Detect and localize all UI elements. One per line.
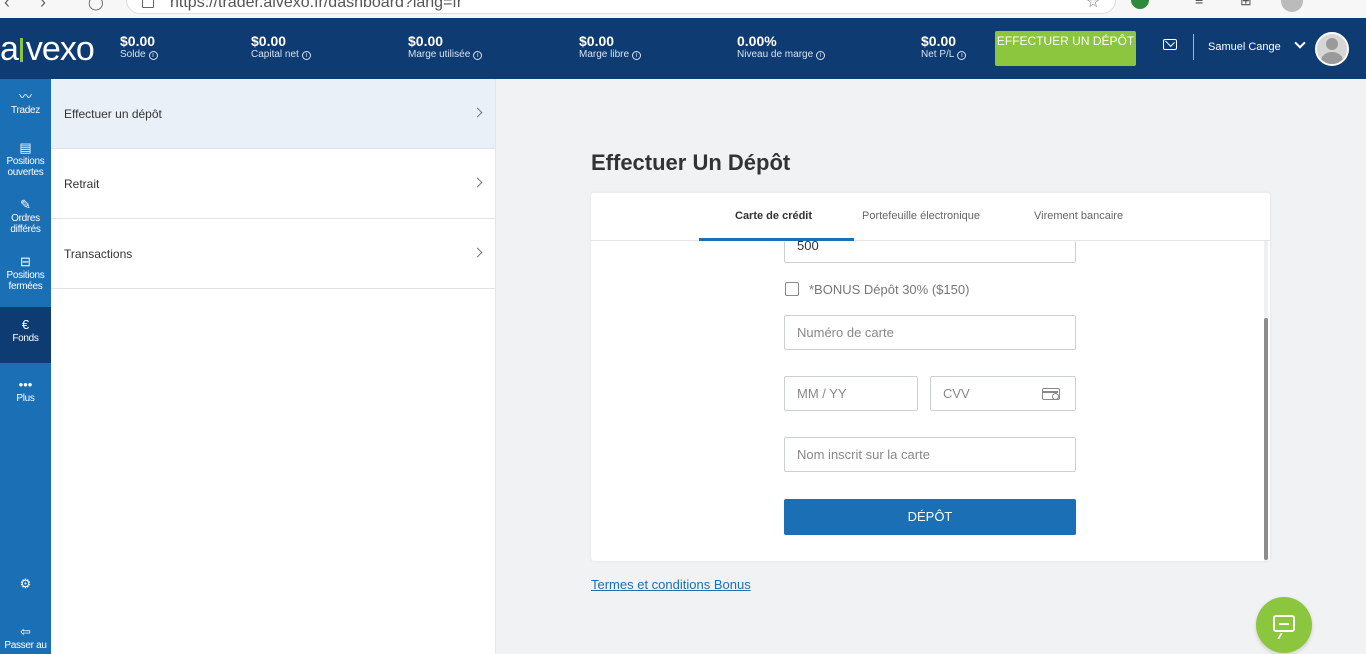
stat-margin-level-label: Niveau de marge [737, 49, 814, 60]
header-deposit-button[interactable]: EFFECTUER UN DÉPÔT [995, 31, 1136, 66]
stat-free-margin: $0.00 Marge libre i [579, 33, 642, 61]
nav-item-label: Fonds [12, 333, 39, 344]
nav-item-label: Ordres différés [10, 213, 41, 235]
submenu-item-label: Effectuer un dépôt [64, 107, 162, 121]
amount-input[interactable]: 500 [784, 239, 1076, 263]
info-icon[interactable]: i [816, 51, 826, 60]
payment-method-tabs: Carte de crédit Portefeuille électroniqu… [591, 193, 1270, 241]
scrollbar-thumb[interactable] [1264, 318, 1268, 560]
extension-icon[interactable] [1131, 0, 1149, 9]
bonus-checkbox[interactable] [785, 282, 799, 296]
stat-used-margin: $0.00 Marge utilisée i [408, 33, 483, 61]
alvexo-logo[interactable]: a vexo [0, 30, 95, 69]
submenu-item-transactions[interactable]: Transactions [51, 219, 495, 289]
nav-item-label: Tradez [11, 105, 40, 116]
submenu-item-label: Retrait [64, 177, 100, 191]
info-icon[interactable]: i [301, 51, 311, 60]
funds-submenu: Effectuer un dépôt Retrait Transactions [51, 79, 496, 654]
tab-bank-transfer[interactable]: Virement bancaire [1034, 210, 1123, 222]
username[interactable]: Samuel Cange [1208, 41, 1281, 53]
submenu-item-deposit[interactable]: Effectuer un dépôt [51, 79, 495, 149]
forward-icon[interactable]: › [40, 0, 46, 13]
more-icon: ••• [18, 377, 33, 392]
page-title: Effectuer Un Dépôt [591, 150, 791, 175]
chat-button[interactable] [1256, 597, 1312, 653]
cardholder-name-input[interactable]: Nom inscrit sur la carte [784, 437, 1076, 472]
top-header: a vexo $0.00 Solde i $0.00 Capital net i $0… [0, 18, 1366, 79]
nav-item-label: Plus [16, 393, 35, 404]
bonus-terms-link[interactable]: Termes et conditions Bonus [591, 577, 751, 592]
stat-free-margin-value: $0.00 [579, 33, 615, 49]
nav-item-settings[interactable]: ⚙ [0, 576, 51, 592]
mail-icon[interactable] [1163, 39, 1177, 50]
stat-net-pl: $0.00 Net P/L i [921, 33, 967, 61]
info-icon[interactable]: i [473, 51, 483, 60]
stat-margin-level: 0.00% Niveau de marge i [737, 33, 826, 61]
swap-icon: ⇦ [20, 624, 31, 639]
stat-net-pl-label: Net P/L [921, 49, 955, 60]
nav-item-plus[interactable]: ••• Plus [0, 377, 51, 404]
stat-margin-level-value: 0.00% [737, 33, 777, 49]
chat-icon [1273, 615, 1295, 632]
document-icon: ▤ [19, 140, 32, 155]
info-icon[interactable]: i [632, 51, 642, 60]
chart-line-icon: 〰 [18, 89, 32, 104]
card-number-input[interactable]: Numéro de carte [784, 315, 1076, 350]
nav-item-label: Passer au [4, 640, 47, 651]
reading-list-icon[interactable]: ≡ [1195, 0, 1203, 8]
nav-item-closed-positions[interactable]: ⊟ Positions fermées [0, 254, 51, 292]
stat-used-margin-label: Marge utilisée [408, 49, 471, 60]
browser-profile-icon[interactable] [1281, 0, 1303, 12]
browser-toolbar: ‹ › ◯ https://trader.alvexo.fr/dashboard… [0, 0, 1366, 18]
avatar[interactable] [1315, 32, 1349, 66]
cvv-placeholder: CVV [943, 386, 970, 401]
divider [1193, 34, 1194, 60]
info-icon[interactable]: i [148, 51, 158, 60]
stat-balance-label: Solde [120, 49, 146, 60]
nav-item-open-positions[interactable]: ▤ Positions ouvertes [0, 140, 51, 178]
cvv-input[interactable]: CVV [930, 376, 1076, 411]
nav-item-label: Positions ouvertes [6, 156, 45, 178]
nav-item-fonds[interactable]: € Fonds [0, 307, 51, 363]
stat-free-margin-label: Marge libre [579, 49, 630, 60]
bonus-label: *BONUS Dépôt 30% ($150) [809, 282, 970, 297]
card-cvv-icon [1042, 388, 1060, 400]
stat-net-pl-value: $0.00 [921, 33, 957, 49]
collections-icon[interactable]: ⊞ [1240, 0, 1252, 9]
address-bar-url[interactable]: https://trader.alvexo.fr/dashboard?lang=… [170, 0, 462, 12]
stat-used-margin-value: $0.00 [408, 33, 444, 49]
chevron-right-icon [472, 247, 483, 258]
submenu-item-label: Transactions [64, 247, 133, 261]
gear-icon: ⚙ [19, 576, 32, 591]
chevron-right-icon [472, 107, 483, 118]
edit-icon: ✎ [20, 197, 31, 212]
euro-icon: € [21, 317, 30, 332]
stat-equity-label: Capital net [251, 49, 299, 60]
deposit-submit-button[interactable]: DÉPÔT [784, 499, 1076, 535]
stat-balance-value: $0.00 [120, 33, 156, 49]
briefcase-icon: ⊟ [20, 254, 31, 269]
submenu-item-withdrawal[interactable]: Retrait [51, 149, 495, 219]
nav-item-tradez[interactable]: 〰 Tradez [0, 89, 51, 116]
main-nav-sidebar: 〰 Tradez ▤ Positions ouvertes ✎ Ordres d… [0, 79, 51, 654]
stat-equity: $0.00 Capital net i [251, 34, 311, 61]
stat-equity-value: $0.00 [251, 33, 287, 49]
chevron-down-icon[interactable] [1294, 37, 1306, 49]
info-icon[interactable]: i [957, 51, 967, 60]
deposit-card: Carte de crédit Portefeuille électroniqu… [591, 193, 1270, 561]
nav-item-pending-orders[interactable]: ✎ Ordres différés [0, 197, 51, 235]
bookmark-star-icon[interactable]: ☆ [1086, 0, 1100, 12]
tab-credit-card[interactable]: Carte de crédit [735, 210, 812, 222]
page-icon [142, 0, 154, 8]
chevron-right-icon [472, 177, 483, 188]
expiry-input[interactable]: MM / YY [784, 376, 918, 411]
nav-item-switch[interactable]: ⇦ Passer au [0, 624, 51, 651]
tab-e-wallet[interactable]: Portefeuille électronique [862, 210, 980, 222]
nav-item-label: Positions fermées [6, 270, 45, 292]
refresh-icon[interactable]: ◯ [88, 0, 104, 11]
stat-balance: $0.00 Solde i [120, 34, 158, 61]
back-icon[interactable]: ‹ [4, 0, 10, 13]
